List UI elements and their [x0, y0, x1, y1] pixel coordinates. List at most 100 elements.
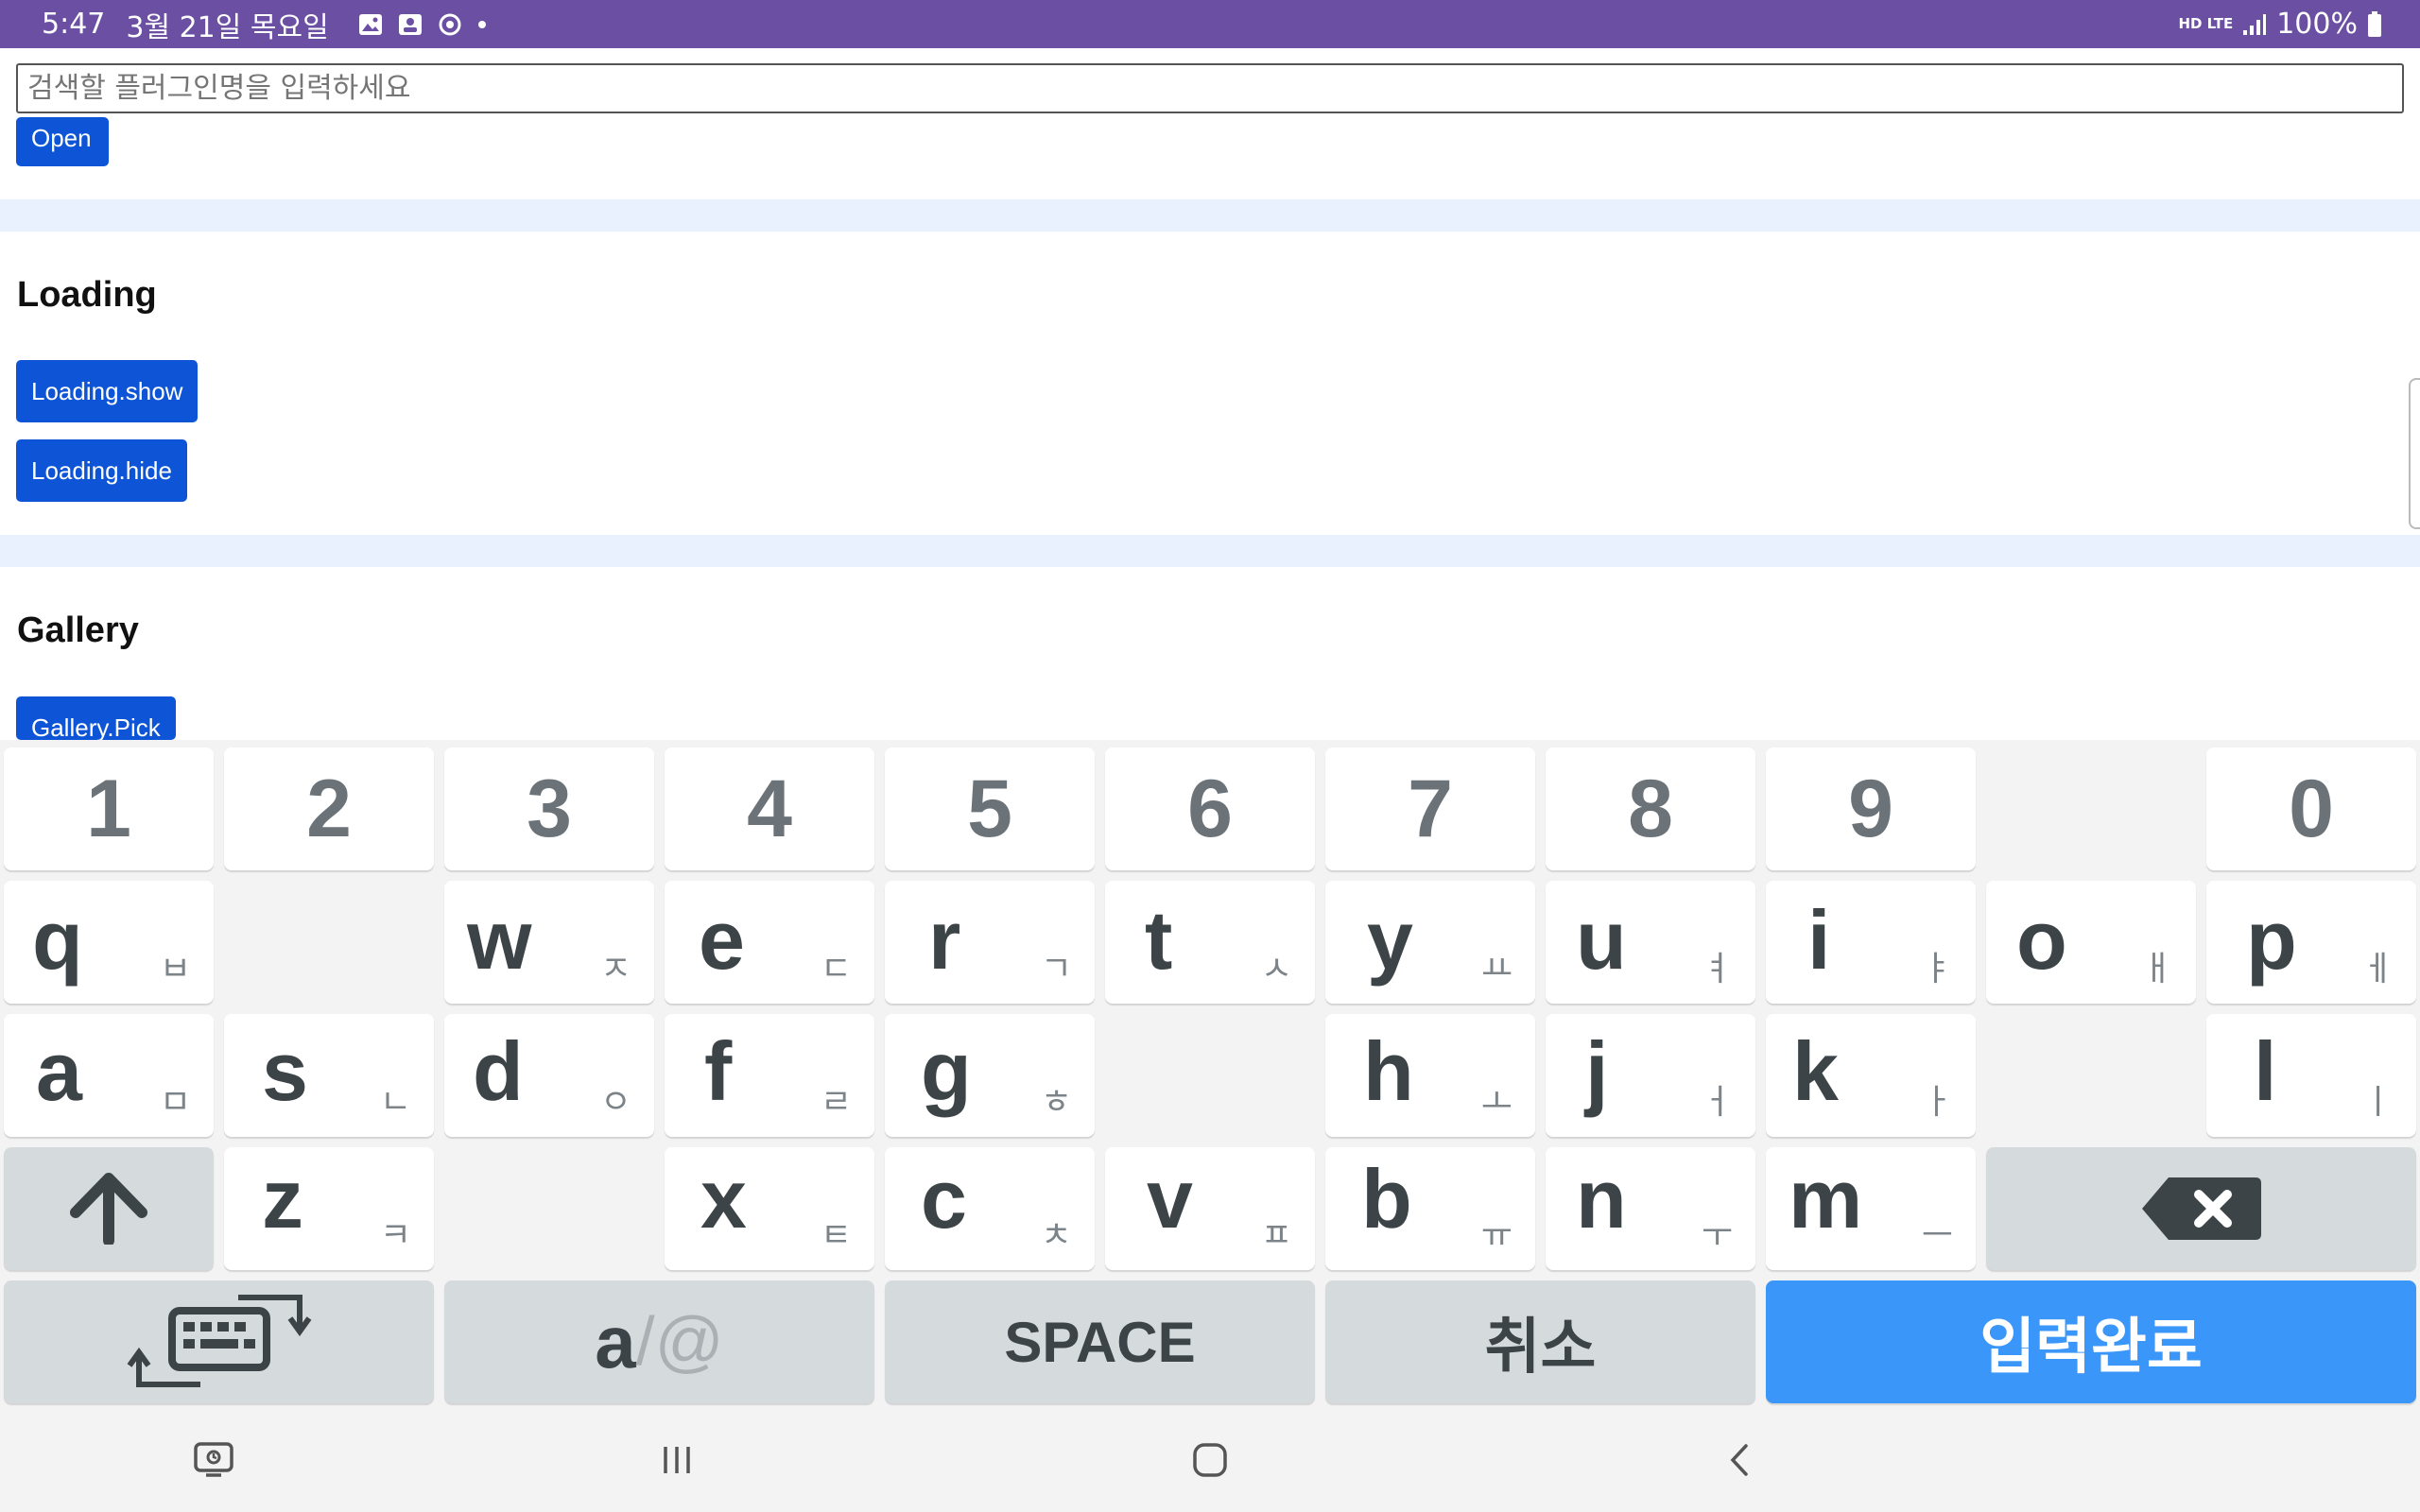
key-w[interactable]: wㅈ — [444, 881, 654, 1004]
key-label: s — [262, 1024, 308, 1118]
key-label: k — [1792, 1024, 1839, 1118]
keyboard-switch-key[interactable] — [4, 1280, 434, 1403]
side-scroll-handle[interactable] — [2409, 378, 2420, 529]
key-m[interactable]: mㅡ — [1766, 1147, 1976, 1270]
key-r[interactable]: rㄱ — [885, 881, 1095, 1004]
loading-hide-button[interactable]: Loading.hide — [16, 439, 187, 502]
key-o[interactable]: oㅐ — [1986, 881, 2196, 1004]
key-label: 5 — [967, 763, 1012, 854]
keyboard-switch-icon — [127, 1295, 311, 1387]
loading-hide-label: Loading.hide — [31, 455, 172, 485]
key-7[interactable]: 7 — [1325, 747, 1535, 870]
key-d[interactable]: dㅇ — [444, 1014, 654, 1137]
key-y[interactable]: yㅛ — [1325, 881, 1535, 1004]
key-l[interactable]: lㅣ — [2206, 1014, 2416, 1137]
gallery-pick-button[interactable]: Gallery.Pick — [16, 696, 176, 740]
key-label: y — [1367, 893, 1413, 987]
key-0[interactable]: 0 — [2206, 747, 2416, 870]
symbol-toggle-key[interactable]: a/@ — [444, 1280, 874, 1403]
plugin-search-input[interactable] — [16, 63, 2404, 113]
status-date: 3월 21일 목요일 — [126, 10, 329, 44]
shift-key[interactable] — [4, 1147, 214, 1270]
section-title-gallery: Gallery — [17, 610, 139, 650]
key-8[interactable]: 8 — [1546, 747, 1755, 870]
key-sublabel: ㅋ — [379, 1216, 411, 1255]
home-button[interactable] — [1172, 1432, 1248, 1488]
key-sublabel: ㅎ — [1040, 1083, 1072, 1122]
key-label: m — [1789, 1152, 1863, 1246]
back-button[interactable] — [1702, 1432, 1777, 1488]
key-sublabel: ㅓ — [1701, 1083, 1733, 1122]
key-t[interactable]: tㅅ — [1105, 881, 1315, 1004]
key-p[interactable]: pㅔ — [2206, 881, 2416, 1004]
recent-apps-lock-button[interactable] — [176, 1432, 251, 1488]
key-sublabel: ㄷ — [820, 950, 852, 988]
key-6[interactable]: 6 — [1105, 747, 1315, 870]
recents-button[interactable] — [639, 1432, 715, 1488]
key-c[interactable]: cㅊ — [885, 1147, 1095, 1270]
key-n[interactable]: nㅜ — [1546, 1147, 1755, 1270]
key-label: u — [1576, 893, 1627, 987]
done-key[interactable]: 입력완료 — [1766, 1280, 2416, 1403]
key-sublabel: ㅕ — [1701, 950, 1733, 988]
on-screen-keyboard: 1 2 3 4 5 6 7 8 9 0 qㅂ wㅈ eㄷ rㄱ tㅅ yㅛ uㅕ… — [0, 740, 2420, 1413]
recent-apps-lock-icon — [194, 1442, 233, 1477]
key-sublabel: ㅈ — [599, 950, 631, 988]
key-sublabel: ㅗ — [1480, 1083, 1512, 1122]
backspace-key[interactable] — [1986, 1147, 2416, 1270]
key-i[interactable]: iㅑ — [1766, 881, 1976, 1004]
open-button[interactable]: Open — [16, 117, 109, 166]
key-u[interactable]: uㅕ — [1546, 881, 1755, 1004]
key-label: 2 — [306, 763, 352, 854]
navigation-bar — [0, 1413, 2420, 1512]
key-a[interactable]: aㅁ — [4, 1014, 214, 1137]
key-v[interactable]: vㅍ — [1105, 1147, 1315, 1270]
section-title-loading: Loading — [17, 275, 157, 315]
key-sublabel: ㅍ — [1260, 1216, 1292, 1255]
key-label: a — [36, 1024, 82, 1118]
key-q[interactable]: qㅂ — [4, 881, 214, 1004]
section-divider — [0, 535, 2420, 567]
cancel-key[interactable]: 취소 — [1325, 1280, 1755, 1403]
key-2[interactable]: 2 — [224, 747, 434, 870]
key-h[interactable]: hㅗ — [1325, 1014, 1535, 1137]
gallery-pick-label: Gallery.Pick — [31, 713, 161, 740]
key-sublabel: ㅛ — [1480, 950, 1512, 988]
signal-icon — [2243, 13, 2267, 35]
key-sublabel: ㅊ — [1040, 1216, 1072, 1255]
open-button-label: Open — [31, 124, 92, 152]
symbol-toggle-a: a — [595, 1299, 636, 1383]
key-sublabel: ㅔ — [2361, 950, 2394, 988]
key-1[interactable]: 1 — [4, 747, 214, 870]
key-sublabel: ㅜ — [1701, 1216, 1733, 1255]
home-icon — [1193, 1443, 1227, 1477]
key-sublabel: ㄹ — [820, 1083, 852, 1122]
key-label: 4 — [747, 763, 792, 854]
key-g[interactable]: gㅎ — [885, 1014, 1095, 1137]
key-5[interactable]: 5 — [885, 747, 1095, 870]
key-x[interactable]: xㅌ — [665, 1147, 874, 1270]
key-label: w — [467, 893, 532, 987]
key-label: d — [473, 1024, 524, 1118]
key-4[interactable]: 4 — [665, 747, 874, 870]
space-key[interactable]: SPACE — [885, 1280, 1315, 1403]
key-z[interactable]: zㅋ — [224, 1147, 434, 1270]
key-label: p — [2246, 893, 2297, 987]
dot-icon — [477, 20, 486, 28]
key-3[interactable]: 3 — [444, 747, 654, 870]
key-label: 1 — [86, 763, 131, 854]
key-label: 7 — [1408, 763, 1453, 854]
key-j[interactable]: jㅓ — [1546, 1014, 1755, 1137]
key-f[interactable]: fㄹ — [665, 1014, 874, 1137]
key-k[interactable]: kㅏ — [1766, 1014, 1976, 1137]
key-label: j — [1585, 1024, 1609, 1118]
key-e[interactable]: eㄷ — [665, 881, 874, 1004]
key-label: l — [2254, 1024, 2277, 1118]
key-9[interactable]: 9 — [1766, 747, 1976, 870]
key-s[interactable]: sㄴ — [224, 1014, 434, 1137]
key-label: h — [1363, 1024, 1414, 1118]
key-b[interactable]: bㅠ — [1325, 1147, 1535, 1270]
key-label: c — [921, 1152, 967, 1246]
loading-show-label: Loading.show — [31, 376, 183, 405]
loading-show-button[interactable]: Loading.show — [16, 360, 199, 422]
